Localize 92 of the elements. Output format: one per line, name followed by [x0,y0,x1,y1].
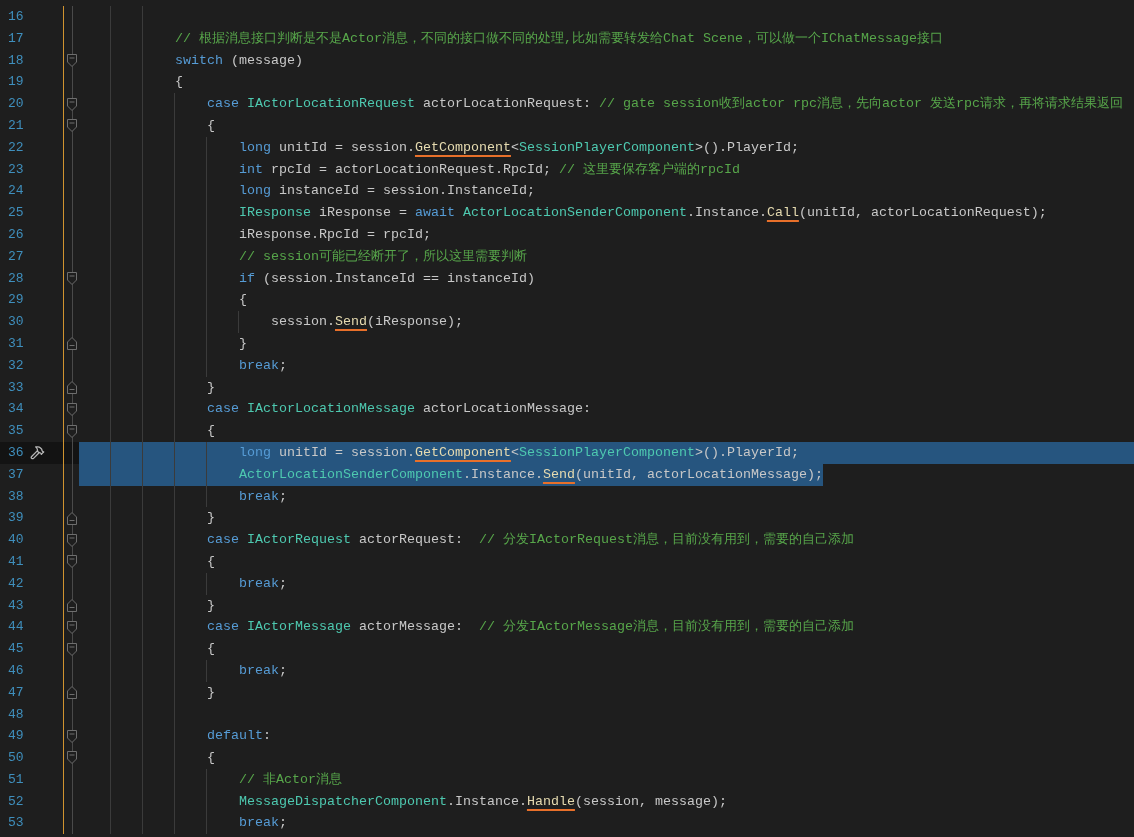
line-number: 16 [8,8,25,26]
code-line: // 非Actor消息 [239,770,342,789]
fold-marker-icon[interactable] [66,337,77,351]
line-number: 41 [8,552,25,571]
line-number: 26 [8,225,25,244]
code-line: { [207,640,215,659]
code-line: } [207,683,215,702]
code-line: break; [239,356,287,375]
line-number: 43 [8,596,25,615]
line-number: 52 [8,792,25,811]
code-line: } [207,596,215,615]
line-number: 33 [8,378,25,397]
line-number: 29 [8,291,25,310]
code-line: { [207,552,215,571]
code-line: session.Send(iResponse); [271,313,463,332]
line-number: 25 [8,204,25,223]
line-number: 35 [8,422,25,441]
fold-marker-icon[interactable] [66,729,77,743]
line-number: 20 [8,95,25,114]
code-line: int rpcId = actorLocationRequest.RpcId; // 这里要保存客户端的rpcId [239,160,740,179]
line-number: 28 [8,269,25,288]
code-line: ActorLocationSenderComponent.Instance.Send(unitId, actorLocationMessage); [239,465,823,484]
line-number: 39 [8,509,25,528]
fold-marker-icon[interactable] [66,97,77,111]
code-line: { [207,117,215,135]
fold-marker-icon[interactable] [66,642,77,656]
line-number: 36 [8,443,25,462]
code-line: case IActorMessage actorMessage: // 分发IActorMessage消息，目前没有用到，需要的自己添加 [207,618,854,637]
hammer-icon[interactable] [30,445,45,461]
code-line: { [239,291,247,310]
code-line: { [175,73,183,92]
line-number: 27 [8,247,25,266]
fold-marker-icon[interactable] [66,686,77,700]
fold-marker-icon[interactable] [66,380,77,394]
code-line: case IActorLocationRequest actorLocationRequest: // gate session收到actor rpc消息，先向actor 发送rpc请求，再将请求结果返回 [207,95,1123,114]
code-line: MessageDispatcherComponent.Instance.Handle(session, message); [239,792,727,811]
line-number: 17 [8,29,25,48]
code-line: long instanceId = session.InstanceId; [239,182,535,201]
fold-marker-icon[interactable] [66,119,77,133]
line-number: 46 [8,661,25,680]
line-number: 51 [8,770,25,789]
fold-marker-icon[interactable] [66,424,77,438]
line-number: 34 [8,400,25,419]
fold-marker-icon[interactable] [66,54,77,67]
line-number: 48 [8,705,25,724]
fold-marker-icon[interactable] [66,620,77,634]
line-number: 42 [8,574,25,593]
code-line: break; [239,661,287,680]
fold-marker-icon[interactable] [66,271,77,285]
code-line: // session可能已经断开了，所以这里需要判断 [239,247,527,266]
code-line: case IActorRequest actorRequest: // 分发IActorRequest消息，目前没有用到，需要的自己添加 [207,531,854,550]
line-number: 23 [8,160,25,179]
line-number: 44 [8,618,25,637]
line-number: 32 [8,356,25,375]
code-line: long unitId = session.GetComponent<SessionPlayerComponent>().PlayerId; [239,443,799,462]
code-line: iResponse.RpcId = rpcId; [239,225,431,244]
code-line: // 根据消息接口判断是不是Actor消息，不同的接口做不同的处理,比如需要转发给Chat Scene，可以做一个IChatMessage接口 [175,29,943,48]
code-line: } [207,509,215,528]
line-number: 19 [8,73,25,92]
line-number: 47 [8,683,25,702]
code-line: { [207,422,215,441]
code-line: switch (message) [175,51,303,70]
line-number: 24 [8,182,25,201]
fold-marker-icon[interactable] [66,511,77,525]
line-number: 40 [8,531,25,550]
line-number: 22 [8,138,25,157]
fold-marker-icon[interactable] [66,533,77,547]
line-number: 53 [8,814,25,833]
fold-marker-icon[interactable] [66,598,77,612]
line-number: 18 [8,51,25,70]
fold-marker-icon[interactable] [66,751,77,765]
code-line: break; [239,487,287,506]
code-line: { [207,749,215,768]
code-line: IResponse iResponse = await ActorLocationSenderComponent.Instance.Call(unitId, actorLocationRequest); [239,204,1047,223]
fold-marker-icon[interactable] [66,402,77,416]
line-number: 38 [8,487,25,506]
line-number: 30 [8,313,25,332]
code-line: } [239,334,247,353]
line-number: 45 [8,640,25,659]
code-line: default: [207,727,271,746]
code-line: break; [239,814,287,833]
line-number: 50 [8,749,25,768]
code-line: break; [239,574,287,593]
code-line: long unitId = session.GetComponent<SessionPlayerComponent>().PlayerId; [239,138,799,157]
line-number: 31 [8,334,25,353]
code-line: case IActorLocationMessage actorLocationMessage: [207,400,591,419]
line-number: 21 [8,117,25,135]
fold-marker-icon[interactable] [66,555,77,569]
code-line: if (session.InstanceId == instanceId) [239,269,535,288]
line-number: 49 [8,727,25,746]
code-line: } [207,378,215,397]
line-number: 37 [8,465,25,484]
